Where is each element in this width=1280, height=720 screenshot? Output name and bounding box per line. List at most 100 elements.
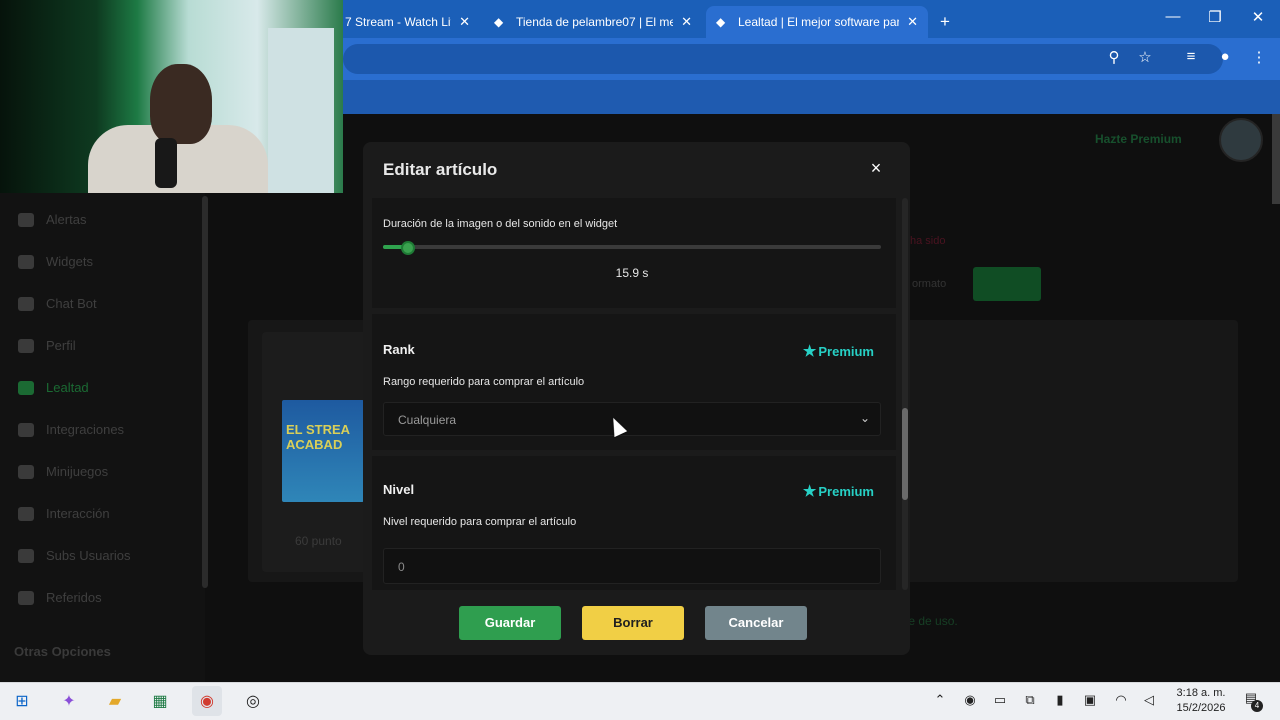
background-error-text: ha sido bbox=[910, 235, 946, 247]
duration-value: 15.9 s bbox=[615, 266, 649, 280]
widgets-icon bbox=[18, 254, 34, 269]
sidebar-item-label: Interacción bbox=[46, 506, 110, 521]
sidebar-section-heading: Otras Opciones bbox=[14, 644, 111, 659]
integrations-icon bbox=[18, 422, 34, 437]
site-favicon-icon: ◆ bbox=[716, 15, 726, 29]
product-points: 60 punto bbox=[295, 534, 342, 548]
premium-label: Premium bbox=[818, 343, 874, 359]
duration-section: Duración de la imagen o del sonido en el… bbox=[372, 198, 896, 308]
sidebar-item-label: Subs Usuarios bbox=[46, 548, 131, 563]
restore-icon[interactable]: ❐ bbox=[1195, 8, 1235, 26]
site-favicon-icon: ◆ bbox=[494, 15, 504, 29]
star-icon: ★ bbox=[802, 483, 817, 500]
alert-icon bbox=[18, 212, 34, 227]
close-window-icon[interactable]: ✕ bbox=[1238, 8, 1278, 26]
sidebar-item-label: Widgets bbox=[46, 254, 93, 269]
media-control-icon[interactable]: ≡ bbox=[1180, 48, 1202, 65]
profile-icon bbox=[18, 338, 34, 353]
premium-link[interactable]: Hazte Premium bbox=[1095, 132, 1182, 146]
premium-label: Premium bbox=[818, 483, 874, 499]
sidebar-item-label: Alertas bbox=[46, 212, 87, 227]
browser-menu-icon[interactable]: ⋮ bbox=[1248, 48, 1270, 66]
new-tab-button[interactable]: + bbox=[930, 6, 956, 38]
tab-close-icon[interactable]: ✕ bbox=[459, 14, 470, 30]
delete-button[interactable]: Borrar bbox=[582, 606, 684, 640]
sidebar-item-integraciones[interactable]: Integraciones bbox=[18, 422, 124, 437]
cancel-button[interactable]: Cancelar bbox=[705, 606, 807, 640]
obs-icon[interactable]: ◎ bbox=[238, 686, 268, 716]
rank-heading: Rank bbox=[383, 342, 415, 357]
page-scrollbar[interactable] bbox=[1272, 114, 1280, 204]
sidebar-item-widgets[interactable]: Widgets bbox=[18, 254, 93, 269]
excel-icon[interactable]: ▦ bbox=[145, 686, 175, 716]
modal-scrollbar-thumb[interactable] bbox=[902, 408, 908, 500]
bookmark-star-icon[interactable]: ☆ bbox=[1134, 48, 1156, 66]
wifi-icon[interactable]: ◠ bbox=[1112, 692, 1130, 708]
battery-icon[interactable]: ▭ bbox=[991, 692, 1009, 708]
duration-label: Duración de la imagen o del sonido en el… bbox=[383, 218, 618, 230]
system-clock[interactable]: 3:18 a. m. 15/2/2026 bbox=[1170, 686, 1232, 716]
tab-tienda[interactable]: ◆ Tienda de pelambre07 | El mejo ✕ bbox=[484, 6, 702, 38]
sidebar-item-label: Lealtad bbox=[46, 380, 89, 395]
clock-date: 15/2/2026 bbox=[1176, 702, 1226, 714]
minimize-icon[interactable]: — bbox=[1153, 8, 1193, 25]
star-icon: ★ bbox=[802, 343, 817, 360]
sidebar-scrollbar[interactable] bbox=[202, 196, 208, 588]
footer-text: te de uso. bbox=[905, 614, 958, 628]
microphone-icon[interactable]: ▮ bbox=[1051, 692, 1069, 708]
sidebar-item-alertas[interactable]: Alertas bbox=[18, 212, 86, 227]
tab-close-icon[interactable]: ✕ bbox=[907, 14, 918, 30]
copilot-icon[interactable]: ✦ bbox=[54, 686, 84, 716]
sidebar-item-interaccion[interactable]: Interacción bbox=[18, 506, 110, 521]
level-premium-badge: ★ Premium bbox=[803, 482, 874, 500]
duration-slider-track[interactable] bbox=[383, 245, 881, 249]
profile-icon[interactable]: ● bbox=[1214, 48, 1236, 65]
sidebar-item-chatbot[interactable]: Chat Bot bbox=[18, 296, 97, 311]
level-input[interactable]: 0 bbox=[383, 548, 881, 584]
duration-slider-handle[interactable] bbox=[400, 241, 415, 255]
sidebar-item-subs[interactable]: Subs Usuarios bbox=[18, 548, 131, 563]
tab-label: Tienda de pelambre07 | El mejo bbox=[516, 15, 674, 29]
address-bar[interactable] bbox=[343, 44, 1223, 74]
referrals-icon bbox=[18, 590, 34, 605]
sidebar-item-referidos[interactable]: Referidos bbox=[18, 590, 102, 605]
level-description: Nivel requerido para comprar el artículo bbox=[383, 516, 577, 528]
volume-icon[interactable]: ◁ bbox=[1140, 692, 1158, 708]
games-icon bbox=[18, 464, 34, 479]
file-explorer-icon[interactable]: ▰ bbox=[100, 686, 130, 716]
screen-capture-icon[interactable]: ▣ bbox=[1081, 692, 1099, 708]
display-icon[interactable]: ⧉ bbox=[1021, 692, 1039, 708]
tab-lealtad[interactable]: ◆ Lealtad | El mejor software para ✕ bbox=[706, 6, 928, 38]
close-icon[interactable]: × bbox=[866, 158, 886, 179]
trophy-icon bbox=[18, 380, 34, 395]
tab-stream[interactable]: 7 Stream - Watch Liv ✕ bbox=[335, 6, 480, 38]
background-text: ormato bbox=[912, 278, 947, 290]
chatbot-icon bbox=[18, 296, 34, 311]
sidebar-item-label: Minijuegos bbox=[46, 464, 109, 479]
sidebar-item-lealtad[interactable]: Lealtad bbox=[18, 380, 89, 395]
record-icon[interactable]: ◉ bbox=[961, 692, 979, 708]
rank-premium-badge: ★ Premium bbox=[803, 342, 874, 360]
sidebar-item-label: Perfil bbox=[46, 338, 76, 353]
webcam-overlay bbox=[0, 0, 343, 193]
rank-select[interactable]: Cualquiera ⌄ bbox=[383, 402, 881, 436]
sidebar-item-label: Chat Bot bbox=[46, 296, 97, 311]
create-button[interactable] bbox=[973, 267, 1041, 301]
windows-start-icon[interactable]: ⊞ bbox=[7, 686, 37, 716]
subs-icon bbox=[18, 548, 34, 563]
tab-close-icon[interactable]: ✕ bbox=[681, 14, 692, 30]
chrome-icon[interactable]: ◉ bbox=[192, 686, 222, 716]
rank-description: Rango requerido para comprar el artículo bbox=[383, 376, 585, 388]
modal-title: Editar artículo bbox=[383, 160, 498, 179]
zoom-icon[interactable]: ⚲ bbox=[1103, 48, 1125, 66]
sidebar-item-minijuegos[interactable]: Minijuegos bbox=[18, 464, 108, 479]
webcam-person-head bbox=[150, 64, 212, 144]
sidebar-item-perfil[interactable]: Perfil bbox=[18, 338, 76, 353]
tray-expand-icon[interactable]: ⌃ bbox=[931, 692, 949, 708]
modal-scrollbar[interactable] bbox=[902, 198, 908, 590]
avatar[interactable] bbox=[1219, 118, 1263, 162]
save-button[interactable]: Guardar bbox=[459, 606, 561, 640]
chevron-down-icon: ⌄ bbox=[859, 411, 870, 425]
tab-label: Lealtad | El mejor software para bbox=[738, 15, 900, 29]
clock-time: 3:18 a. m. bbox=[1176, 687, 1226, 699]
